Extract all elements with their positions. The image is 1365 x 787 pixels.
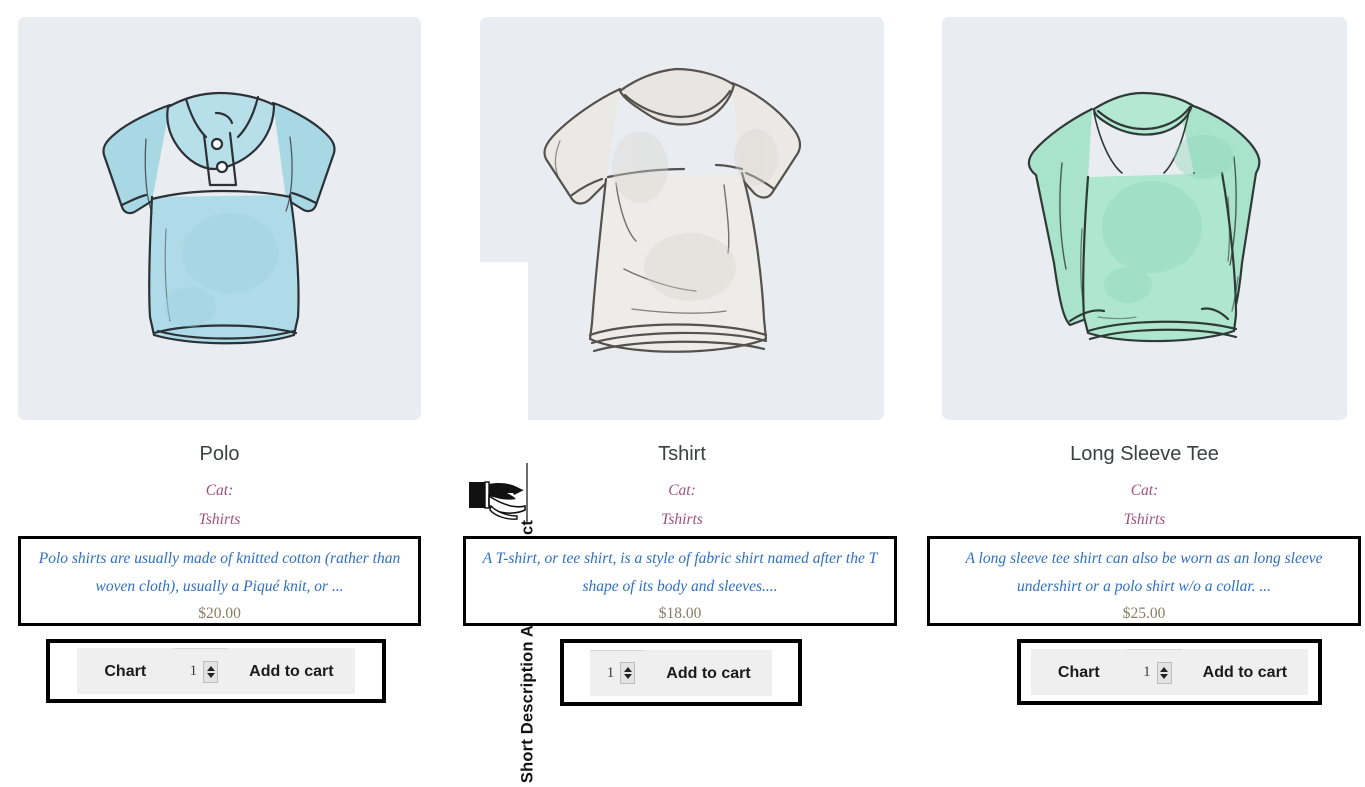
- polo-shirt-illustration: [102, 91, 336, 345]
- quantity-stepper[interactable]: 1: [173, 648, 229, 694]
- product-card-long-sleeve-tee: Long Sleeve Tee Cat: Tshirts: [942, 440, 1347, 534]
- quantity-spinner-icon[interactable]: [1156, 661, 1172, 684]
- quantity-value: 1: [189, 663, 198, 679]
- quantity-spinner-icon[interactable]: [203, 660, 219, 683]
- product-price: $18.00: [658, 605, 702, 622]
- chart-button[interactable]: Chart: [1030, 649, 1127, 695]
- category-label: Cat:: [1130, 482, 1159, 499]
- annotation-label-wrapper: Short Description About Product: [444, 260, 537, 783]
- product-image-tshirt[interactable]: [480, 17, 884, 420]
- product-price: $25.00: [1122, 605, 1166, 622]
- description-annotation-box: A long sleeve tee shirt can also be worn…: [927, 536, 1361, 626]
- description-annotation-box: Polo shirts are usually made of knitted …: [18, 536, 421, 626]
- product-image-long-sleeve-tee[interactable]: [942, 17, 1347, 420]
- quantity-stepper[interactable]: 1: [1126, 649, 1182, 695]
- product-description: A long sleeve tee shirt can also be worn…: [965, 550, 1323, 595]
- category-value[interactable]: Tshirts: [480, 505, 884, 534]
- category-label: Cat:: [668, 482, 696, 499]
- product-image-polo[interactable]: [18, 17, 421, 420]
- long-sleeve-tee-illustration: [1027, 91, 1261, 343]
- product-title: Tshirt: [658, 443, 706, 465]
- add-to-cart-button[interactable]: Add to cart: [228, 648, 355, 694]
- actions-annotation-box: Chart 1 Add to cart: [1017, 639, 1322, 705]
- product-card-polo: Polo Cat: Tshirts: [18, 440, 421, 534]
- category-value[interactable]: Tshirts: [18, 505, 421, 534]
- chart-button[interactable]: Chart: [77, 648, 174, 694]
- annotation-panel-mask: [462, 262, 528, 432]
- add-to-cart-button[interactable]: Add to cart: [1181, 649, 1309, 695]
- actions-annotation-box: Chart 1 Add to cart: [46, 639, 386, 703]
- category-label: Cat:: [205, 482, 234, 499]
- category-value[interactable]: Tshirts: [942, 505, 1347, 534]
- quantity-spinner-icon[interactable]: [620, 662, 636, 684]
- product-description: Polo shirts are usually made of knitted …: [38, 550, 401, 595]
- quantity-stepper[interactable]: 1: [590, 649, 646, 696]
- product-description: A T-shirt, or tee shirt, is a style of f…: [482, 550, 878, 595]
- product-grid: Short Description About Product Polo Cat…: [0, 0, 1365, 783]
- tshirt-illustration: [543, 67, 802, 353]
- quantity-value: 1: [1143, 664, 1151, 680]
- product-price: $20.00: [198, 605, 241, 622]
- product-card-tshirt: Tshirt Cat: Tshirts: [480, 440, 884, 534]
- add-to-cart-button[interactable]: Add to cart: [645, 649, 772, 696]
- actions-annotation-box: 1 Add to cart: [560, 639, 802, 706]
- product-title: Long Sleeve Tee: [1070, 443, 1219, 465]
- product-title: Polo: [199, 443, 240, 465]
- description-annotation-box: A T-shirt, or tee shirt, is a style of f…: [463, 536, 897, 626]
- quantity-value: 1: [606, 664, 615, 681]
